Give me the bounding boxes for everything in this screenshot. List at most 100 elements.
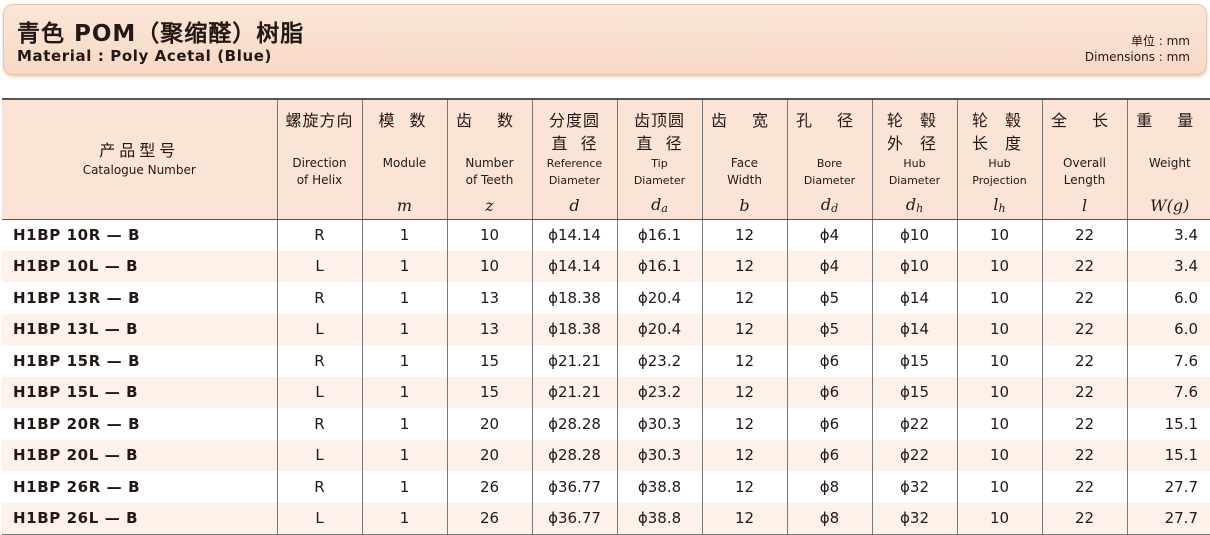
cell-bore-diameter: ϕ4 (787, 251, 872, 283)
cell-face-width: 12 (702, 282, 787, 314)
cell-hub-diameter: ϕ32 (872, 503, 957, 535)
cell-overall-length: 22 (1042, 251, 1127, 283)
cell-hub-projection: 10 (957, 282, 1042, 314)
cell-module: 1 (362, 282, 447, 314)
col-en: ReferenceDiameter (533, 155, 617, 189)
cell-weight: 6.0 (1127, 282, 1210, 314)
cell-face-width: 12 (702, 440, 787, 472)
table-body: H1BP 10R — B R 1 10 ϕ14.14 ϕ16.1 12 ϕ4 ϕ… (2, 219, 1210, 534)
cell-direction: R (277, 282, 362, 314)
cell-bore-diameter: ϕ8 (787, 503, 872, 535)
col-direction: 螺旋方向 Directionof Helix (277, 99, 362, 219)
cell-bore-diameter: ϕ6 (787, 408, 872, 440)
cell-tip-diameter: ϕ16.1 (617, 251, 702, 283)
cell-catalogue-number: H1BP 20R — B (2, 408, 277, 440)
col-face-width: 齿 宽 FaceWidth b (702, 99, 787, 219)
cell-hub-projection: 10 (957, 503, 1042, 535)
cell-overall-length: 22 (1042, 440, 1127, 472)
col-teeth: 齿 数 Numberof Teeth z (447, 99, 532, 219)
cell-face-width: 12 (702, 251, 787, 283)
table-row: H1BP 20R — B R 1 20 ϕ28.28 ϕ30.3 12 ϕ6 ϕ… (2, 408, 1210, 440)
cell-catalogue-number: H1BP 26R — B (2, 471, 277, 503)
col-en: Directionof Helix (278, 155, 362, 189)
col-catalogue-number: 产品型号 Catalogue Number (2, 99, 277, 219)
cell-tip-diameter: ϕ38.8 (617, 503, 702, 535)
cell-hub-projection: 10 (957, 471, 1042, 503)
cell-overall-length: 22 (1042, 408, 1127, 440)
spec-table: 产品型号 Catalogue Number 螺旋方向 Directionof H… (2, 98, 1210, 535)
cell-hub-diameter: ϕ22 (872, 408, 957, 440)
cell-face-width: 12 (702, 219, 787, 251)
col-module: 模 数 Module m (362, 99, 447, 219)
cell-hub-projection: 10 (957, 314, 1042, 346)
col-en: Catalogue Number (2, 162, 277, 179)
cell-reference-diameter: ϕ36.77 (532, 471, 617, 503)
table-header-row: 产品型号 Catalogue Number 螺旋方向 Directionof H… (2, 99, 1210, 219)
cell-weight: 3.4 (1127, 251, 1210, 283)
cell-face-width: 12 (702, 345, 787, 377)
cell-overall-length: 22 (1042, 471, 1127, 503)
cell-overall-length: 22 (1042, 219, 1127, 251)
cell-overall-length: 22 (1042, 345, 1127, 377)
cell-reference-diameter: ϕ21.21 (532, 377, 617, 409)
col-cn: 齿 宽 (703, 109, 787, 155)
cell-bore-diameter: ϕ6 (787, 345, 872, 377)
col-cn: 轮 毂外 径 (873, 109, 957, 155)
col-symbol: dh (873, 195, 957, 215)
cell-module: 1 (362, 345, 447, 377)
cell-tip-diameter: ϕ30.3 (617, 408, 702, 440)
cell-teeth: 20 (447, 408, 532, 440)
cell-direction: L (277, 503, 362, 535)
cell-module: 1 (362, 408, 447, 440)
cell-hub-diameter: ϕ14 (872, 282, 957, 314)
cell-hub-diameter: ϕ32 (872, 471, 957, 503)
cell-teeth: 20 (447, 440, 532, 472)
cell-reference-diameter: ϕ18.38 (532, 282, 617, 314)
cell-face-width: 12 (702, 377, 787, 409)
cell-overall-length: 22 (1042, 377, 1127, 409)
cell-reference-diameter: ϕ18.38 (532, 314, 617, 346)
cell-tip-diameter: ϕ23.2 (617, 345, 702, 377)
col-cn: 产品型号 (2, 139, 277, 162)
cell-face-width: 12 (702, 471, 787, 503)
cell-teeth: 26 (447, 503, 532, 535)
cell-bore-diameter: ϕ5 (787, 282, 872, 314)
cell-overall-length: 22 (1042, 503, 1127, 535)
cell-face-width: 12 (702, 408, 787, 440)
col-cn: 轮 毂长 度 (958, 109, 1042, 155)
cell-catalogue-number: H1BP 13R — B (2, 282, 277, 314)
cell-weight: 27.7 (1127, 503, 1210, 535)
unit-en: Dimensions : mm (1085, 49, 1190, 65)
col-symbol: W(g) (1128, 196, 1210, 215)
col-symbol: da (618, 195, 702, 215)
col-cn: 重 量 (1128, 109, 1210, 155)
cell-teeth: 13 (447, 282, 532, 314)
col-en: Numberof Teeth (448, 155, 532, 189)
unit-cn: 单位 : mm (1085, 33, 1190, 49)
col-cn: 全 长 (1043, 109, 1127, 155)
col-en: HubDiameter (873, 155, 957, 189)
cell-bore-diameter: ϕ4 (787, 219, 872, 251)
table-row: H1BP 20L — B L 1 20 ϕ28.28 ϕ30.3 12 ϕ6 ϕ… (2, 440, 1210, 472)
cell-direction: L (277, 377, 362, 409)
cell-weight: 7.6 (1127, 345, 1210, 377)
cell-hub-diameter: ϕ14 (872, 314, 957, 346)
cell-weight: 15.1 (1127, 408, 1210, 440)
col-weight: 重 量 Weight W(g) (1127, 99, 1210, 219)
table-row: H1BP 15R — B R 1 15 ϕ21.21 ϕ23.2 12 ϕ6 ϕ… (2, 345, 1210, 377)
cell-bore-diameter: ϕ6 (787, 377, 872, 409)
cell-hub-projection: 10 (957, 440, 1042, 472)
cell-hub-projection: 10 (957, 408, 1042, 440)
cell-catalogue-number: H1BP 13L — B (2, 314, 277, 346)
cell-catalogue-number: H1BP 26L — B (2, 503, 277, 535)
col-cn: 齿顶圆直 径 (618, 109, 702, 155)
cell-overall-length: 22 (1042, 314, 1127, 346)
cell-module: 1 (362, 377, 447, 409)
cell-module: 1 (362, 251, 447, 283)
cell-reference-diameter: ϕ28.28 (532, 440, 617, 472)
cell-hub-diameter: ϕ15 (872, 377, 957, 409)
cell-bore-diameter: ϕ5 (787, 314, 872, 346)
cell-catalogue-number: H1BP 20L — B (2, 440, 277, 472)
col-en: HubProjection (958, 155, 1042, 189)
col-overall-length: 全 长 OverallLength l (1042, 99, 1127, 219)
